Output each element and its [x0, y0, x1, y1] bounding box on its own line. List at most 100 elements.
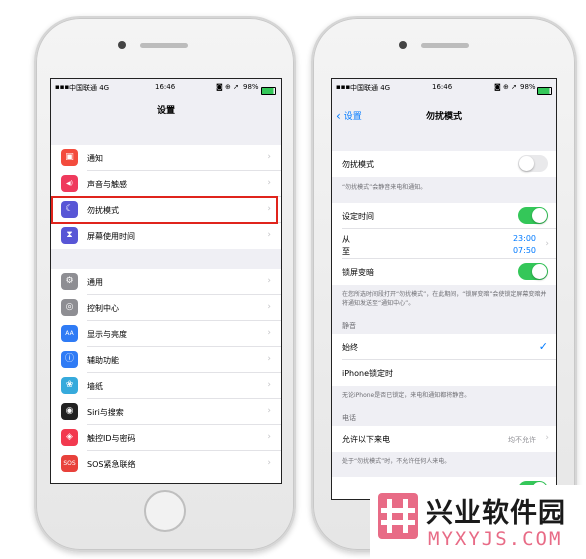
settings-group-2: ⚙ 通用 › ◎ 控制中心 › AA 显示与亮度 › ⓘ 辅助功能 › ❀ 墙纸 › ◉ Siri与搜索 › ◈ 触控… [51, 269, 281, 483]
settings-row[interactable]: SOS SOS紧急联络 › [51, 451, 281, 477]
control-center-icon: ◎ [61, 299, 78, 316]
signal-icon: ▪▪▪ [336, 83, 351, 91]
front-camera [118, 41, 126, 49]
chevron-right-icon: › [267, 406, 271, 416]
settings-row-label: 墙纸 [87, 382, 103, 391]
phone-header: 电话 [342, 414, 356, 422]
always-label: 始终 [342, 343, 358, 352]
bedtime-label: 锁屏变暗 [342, 268, 374, 277]
earpiece-speaker [421, 43, 469, 48]
dnd-note: “勿扰模式”会静音来电和通知。 [342, 184, 427, 191]
siri-icon: ◉ [61, 403, 78, 420]
from-label: 从 [342, 235, 350, 244]
page-title: 勿扰模式 [425, 112, 462, 122]
settings-row[interactable]: ❀ 墙纸 › [51, 373, 281, 399]
chevron-right-icon: › [267, 354, 271, 364]
home-button[interactable] [144, 490, 186, 532]
chevron-right-icon: › [267, 328, 271, 338]
from-time: 23:00 [512, 234, 536, 243]
chevron-right-icon: › [545, 433, 549, 443]
to-time: 07:50 [512, 246, 536, 255]
status-bar: ▪▪▪ 中国联通 4G 16:46 ◙ ⊕ ➚ 98% [332, 79, 556, 97]
settings-row-label: Siri与搜索 [87, 408, 124, 417]
fingerprint-icon: ◈ [61, 429, 78, 446]
settings-row-label: 辅助功能 [87, 356, 119, 365]
allow-calls-label: 允许以下来电 [342, 435, 390, 444]
settings-row[interactable]: AA 显示与亮度 › [51, 321, 281, 347]
locked-label: iPhone锁定时 [342, 369, 394, 378]
settings-row-label: 控制中心 [87, 304, 119, 313]
chevron-right-icon: › [267, 380, 271, 390]
bedtime-toggle[interactable] [518, 263, 548, 280]
settings-row[interactable]: ▣ 通知 › [51, 145, 281, 171]
watermark-url: MYXYJS.COM [428, 528, 563, 550]
silence-always-row[interactable]: 始终 ✓ [332, 334, 556, 360]
battery-percent: 98% [520, 83, 536, 91]
battery-percent: 98% [243, 83, 259, 91]
allow-calls-row[interactable]: 允许以下来电 均不允许 › [332, 426, 556, 452]
chevron-right-icon: › [267, 302, 271, 312]
schedule-time-row[interactable]: 从 至 23:00 07:50 › [332, 229, 556, 259]
settings-row[interactable]: ⧗ 屏幕使用时间 › [51, 223, 281, 249]
toggle-knob [519, 156, 534, 171]
chevron-right-icon: › [267, 152, 271, 162]
accessibility-icon: ⓘ [61, 351, 78, 368]
front-camera [399, 41, 407, 49]
settings-row[interactable]: ⚙ 通用 › [51, 269, 281, 295]
chevron-right-icon: › [267, 432, 271, 442]
scheduled-label: 设定时间 [342, 212, 374, 221]
earpiece-speaker [140, 43, 188, 48]
highlight-box [51, 196, 278, 224]
checkmark-icon: ✓ [538, 340, 548, 353]
dnd-label: 勿扰模式 [342, 160, 374, 169]
carrier-label: 中国联通 4G [69, 84, 110, 92]
status-icons: ◙ ⊕ ➚ [216, 83, 239, 91]
watermark-logo [378, 493, 418, 539]
page-title: 设置 [156, 106, 175, 116]
bedtime-row: 锁屏变暗 [332, 259, 556, 285]
chevron-right-icon: › [267, 178, 271, 188]
hourglass-icon: ⧗ [61, 227, 78, 244]
settings-row-label: 通知 [87, 154, 103, 163]
allow-calls-value: 均不允许 [508, 436, 536, 444]
bedtime-note: 在您所选时间段打开“勿扰模式”，在此期间，“锁屏变暗”会使锁定屏幕变暗并将通知发… [342, 291, 547, 307]
settings-row[interactable]: ◀) 声音与触感 › [51, 171, 281, 197]
settings-row[interactable]: ◉ Siri与搜索 › [51, 399, 281, 425]
chevron-right-icon: › [267, 458, 271, 468]
chevron-right-icon: › [545, 239, 549, 249]
settings-row-label: 通用 [87, 278, 103, 287]
status-time: 16:46 [432, 83, 453, 91]
settings-row-label: SOS紧急联络 [87, 460, 136, 469]
settings-row[interactable]: ◎ 控制中心 › [51, 295, 281, 321]
chevron-right-icon: › [267, 230, 271, 240]
settings-row-label: 显示与亮度 [87, 330, 127, 339]
status-bar: ▪▪▪ 中国联通 4G 16:46 ◙ ⊕ ➚ 98% [51, 79, 281, 97]
settings-row-label: 触控ID与密码 [87, 434, 136, 443]
dnd-screen: ▪▪▪ 中国联通 4G 16:46 ◙ ⊕ ➚ 98% ‹ 设置 勿扰模式 勿扰… [331, 78, 557, 500]
left-phone: ▪▪▪ 中国联通 4G 16:46 ◙ ⊕ ➚ 98% 设置 ▣ 通知 › ◀) 声音与… [34, 16, 296, 552]
status-time: 16:46 [155, 83, 176, 91]
settings-row[interactable]: ◈ 触控ID与密码 › [51, 425, 281, 451]
toggle-knob [532, 264, 547, 279]
to-label: 至 [342, 247, 350, 256]
allow-calls-note: 处于“勿扰模式”时，不允许任何人来电。 [342, 458, 451, 465]
status-icons: ◙ ⊕ ➚ [494, 83, 517, 91]
sound-icon: ◀) [61, 175, 78, 192]
sos-icon: SOS [61, 455, 78, 472]
settings-row-label: 声音与触感 [87, 180, 127, 189]
toggle-knob [532, 208, 547, 223]
settings-screen: ▪▪▪ 中国联通 4G 16:46 ◙ ⊕ ➚ 98% 设置 ▣ 通知 › ◀) 声音与… [50, 78, 282, 484]
dnd-toggle[interactable] [518, 155, 548, 172]
right-phone: ▪▪▪ 中国联通 4G 16:46 ◙ ⊕ ➚ 98% ‹ 设置 勿扰模式 勿扰… [311, 16, 577, 552]
settings-row[interactable]: ⓘ 辅助功能 › [51, 347, 281, 373]
watermark: 兴业软件园 MYXYJS.COM [370, 485, 586, 559]
dnd-row: 勿扰模式 [332, 151, 556, 177]
scheduled-row: 设定时间 [332, 203, 556, 229]
chevron-right-icon: › [267, 276, 271, 286]
scheduled-toggle[interactable] [518, 207, 548, 224]
wallpaper-icon: ❀ [61, 377, 78, 394]
notifications-icon: ▣ [61, 149, 78, 166]
silence-locked-row[interactable]: iPhone锁定时 [332, 360, 556, 386]
settings-row-label: 屏幕使用时间 [87, 232, 135, 241]
carrier-label: 中国联通 4G [350, 84, 391, 92]
